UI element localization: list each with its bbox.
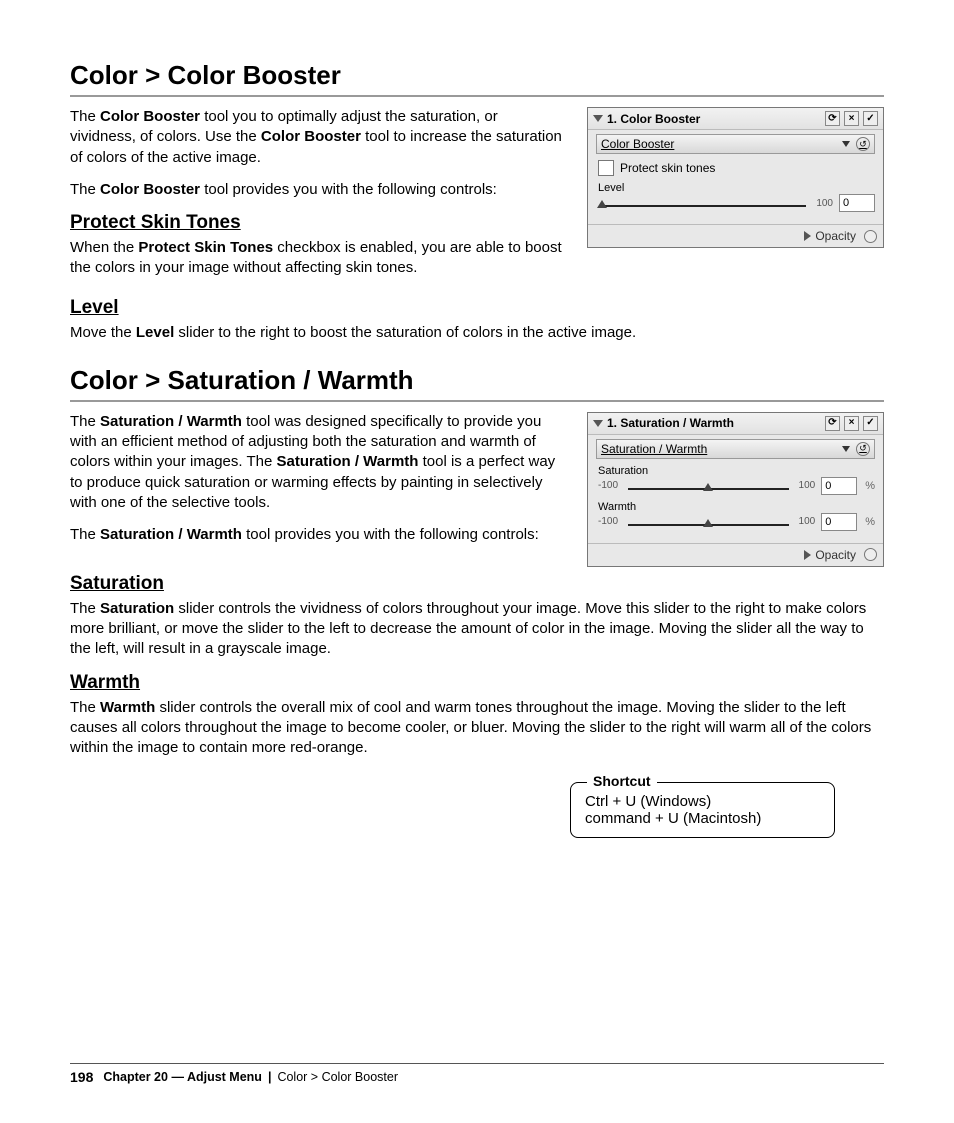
panel-enable-checkbox[interactable]: ✓ xyxy=(863,111,878,126)
unit-label: % xyxy=(865,516,875,528)
reset-icon[interactable]: ↺ xyxy=(856,137,870,151)
subheading-level: Level xyxy=(70,297,884,319)
unit-label: % xyxy=(865,480,875,492)
panel-color-booster: 1. Color Booster ⟳ × ✓ Color Booster ↺ P… xyxy=(587,107,884,248)
body-text: When the Protect Skin Tones checkbox is … xyxy=(70,238,567,279)
opacity-label: Opacity xyxy=(815,548,856,562)
panel-enable-checkbox[interactable]: ✓ xyxy=(863,416,878,431)
chevron-down-icon xyxy=(842,446,850,452)
level-value-input[interactable]: 0 xyxy=(839,194,875,212)
dropdown-label: Saturation / Warmth xyxy=(601,442,707,456)
body-text: The Saturation slider controls the vivid… xyxy=(70,599,884,660)
opacity-label: Opacity xyxy=(815,229,856,243)
body-text: The Color Booster tool you to optimally … xyxy=(70,107,567,168)
expand-icon[interactable] xyxy=(804,231,811,241)
slider-max-label: 100 xyxy=(816,198,833,209)
page-number: 198 xyxy=(70,1069,93,1085)
body-text: The Warmth slider controls the overall m… xyxy=(70,698,884,759)
body-text: The Color Booster tool provides you with… xyxy=(70,180,567,200)
panel-title-bar[interactable]: 1. Saturation / Warmth ⟳ × ✓ xyxy=(588,413,883,435)
heading-color-booster: Color > Color Booster xyxy=(70,60,884,91)
expand-icon[interactable] xyxy=(804,550,811,560)
panel-title-text: 1. Color Booster xyxy=(607,112,700,126)
slider-thumb[interactable] xyxy=(703,483,713,491)
slider-thumb[interactable] xyxy=(597,200,607,208)
opacity-toggle[interactable] xyxy=(864,548,877,561)
footer-divider: | xyxy=(268,1070,272,1084)
slider-label: Warmth xyxy=(598,501,875,513)
saturation-slider[interactable] xyxy=(628,488,789,490)
warmth-slider[interactable] xyxy=(628,524,789,526)
panel-saturation-warmth: 1. Saturation / Warmth ⟳ × ✓ Saturation … xyxy=(587,412,884,567)
panel-title-bar[interactable]: 1. Color Booster ⟳ × ✓ xyxy=(588,108,883,130)
body-text: Move the Level slider to the right to bo… xyxy=(70,323,884,343)
dropdown-label: Color Booster xyxy=(601,137,674,151)
warmth-value-input[interactable]: 0 xyxy=(821,513,857,531)
panel-reset-icon[interactable]: ⟳ xyxy=(825,416,840,431)
shortcut-line: Ctrl + U (Windows) xyxy=(585,793,820,810)
chevron-down-icon xyxy=(842,141,850,147)
subheading-protect-skin-tones: Protect Skin Tones xyxy=(70,212,567,234)
level-slider[interactable] xyxy=(602,205,806,207)
body-text: The Saturation / Warmth tool provides yo… xyxy=(70,525,567,545)
shortcut-box: Shortcut Ctrl + U (Windows) command + U … xyxy=(570,782,835,838)
slider-max-label: 100 xyxy=(799,480,816,491)
section-rule xyxy=(70,400,884,402)
collapse-icon[interactable] xyxy=(593,420,603,427)
footer-chapter: Chapter 20 — Adjust Menu xyxy=(103,1070,262,1084)
slider-label: Saturation xyxy=(598,465,875,477)
panel-close-icon[interactable]: × xyxy=(844,416,859,431)
method-dropdown[interactable]: Color Booster ↺ xyxy=(596,134,875,154)
section-rule xyxy=(70,95,884,97)
method-dropdown[interactable]: Saturation / Warmth ↺ xyxy=(596,439,875,459)
opacity-toggle[interactable] xyxy=(864,230,877,243)
heading-saturation-warmth: Color > Saturation / Warmth xyxy=(70,365,884,396)
shortcut-line: command + U (Macintosh) xyxy=(585,810,820,827)
checkbox-label: Protect skin tones xyxy=(620,161,715,175)
subheading-saturation: Saturation xyxy=(70,573,884,595)
slider-min-label: -100 xyxy=(598,516,618,527)
slider-min-label: -100 xyxy=(598,480,618,491)
reset-icon[interactable]: ↺ xyxy=(856,442,870,456)
slider-thumb[interactable] xyxy=(703,519,713,527)
slider-max-label: 100 xyxy=(799,516,816,527)
saturation-value-input[interactable]: 0 xyxy=(821,477,857,495)
protect-skin-tones-checkbox[interactable] xyxy=(598,160,614,176)
panel-title-text: 1. Saturation / Warmth xyxy=(607,416,734,430)
subheading-warmth: Warmth xyxy=(70,672,884,694)
slider-label: Level xyxy=(598,182,875,194)
shortcut-legend: Shortcut xyxy=(587,773,657,789)
footer-breadcrumb: Color > Color Booster xyxy=(277,1070,398,1084)
body-text: The Saturation / Warmth tool was designe… xyxy=(70,412,567,513)
panel-close-icon[interactable]: × xyxy=(844,111,859,126)
page-footer: 198 Chapter 20 — Adjust Menu | Color > C… xyxy=(70,1063,884,1085)
panel-reset-icon[interactable]: ⟳ xyxy=(825,111,840,126)
collapse-icon[interactable] xyxy=(593,115,603,122)
